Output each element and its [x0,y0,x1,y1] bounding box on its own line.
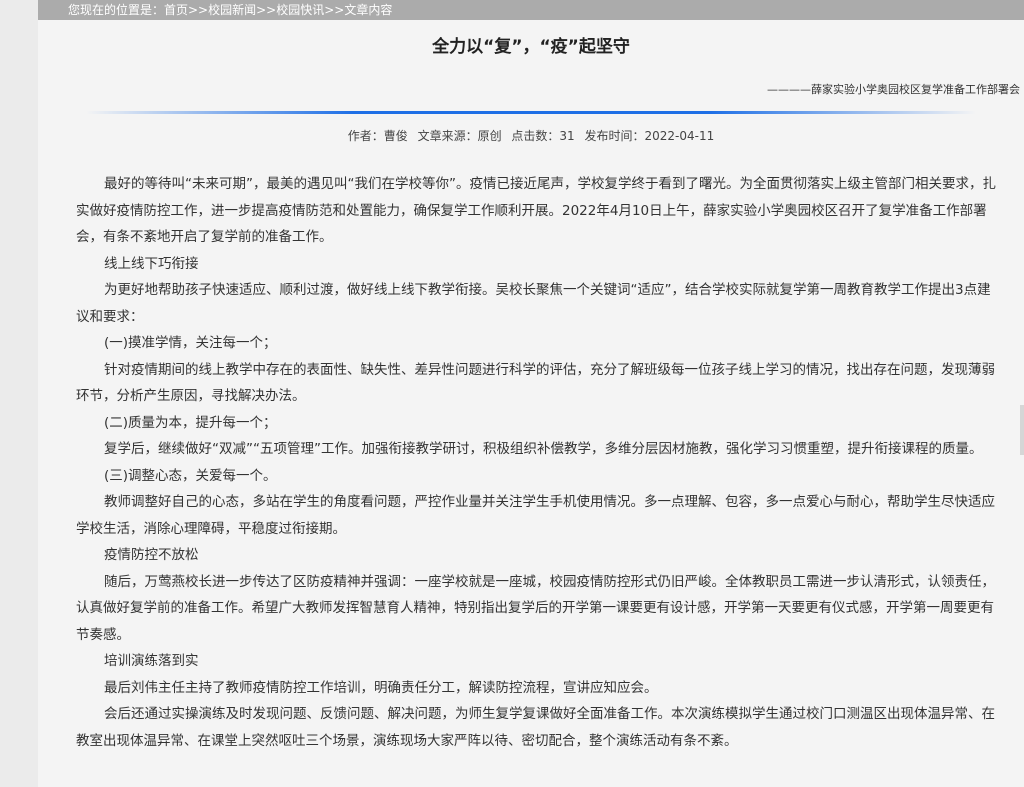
sub-heading: (一)摸准学情，关注每一个； [104,335,277,351]
meta-author: 作者：曹俊 [347,129,408,143]
sub-heading: (二)质量为本，提升每一个； [104,414,277,431]
meta-clicks: 点击数：31 [511,129,575,143]
paragraph: 最后刘伟主任主持了教师疫情防控工作培训，明确责任分工，解读防控流程，宣讲应知应会… [104,679,658,696]
article-page: 您现在的位置是：首页>>校园新闻>>校园快讯>>文章内容 全力以“复”，“疫”起… [38,0,1024,787]
scrollbar-thumb[interactable] [1020,405,1024,455]
paragraph: 复学后，继续做好“双减”“五项管理”工作。加强衔接教学研讨，积极组织补偿教学，多… [104,441,983,457]
section-heading: 线上线下巧衔接 [104,255,199,272]
paragraph: 随后，万莺燕校长进一步传达了区防疫精神并强调：一座学校就是一座城，校园疫情防控形… [76,573,995,643]
paragraph: 会后还通过实操演练及时发现问题、反馈问题、解决问题，为师生复学复课做好全面准备工… [76,706,995,749]
section-heading: 培训演练落到实 [104,653,199,669]
section-heading: 疫情防控不放松 [104,547,199,563]
article-byline: ————薛家实验小学奥园校区复学准备工作部署会 [767,83,1020,96]
article-meta: 作者：曹俊 文章来源：原创 点击数：31 发布时间：2022-04-11 [38,127,1024,144]
sub-heading: (三)调整心态，关爱每一个。 [104,467,277,484]
article-title: 全力以“复”，“疫”起坚守 [432,37,630,57]
paragraph: 为更好地帮助孩子快速适应、顺利过渡，做好线上线下教学衔接。吴校长聚焦一个关键词“… [76,282,991,325]
title-divider [86,111,976,114]
meta-date: 发布时间：2022-04-11 [584,129,715,143]
paragraph: 教师调整好自己的心态，多站在学生的角度看问题，严控作业量并关注学生手机使用情况。… [76,494,995,537]
paragraph: 最好的等待叫“未来可期”，最美的遇见叫“我们在学校等你”。疫情已接近尾声，学校复… [76,176,996,245]
breadcrumb: 您现在的位置是：首页>>校园新闻>>校园快讯>>文章内容 [38,0,1024,20]
meta-source: 文章来源：原创 [417,129,502,143]
article-body: 最好的等待叫“未来可期”，最美的遇见叫“我们在学校等你”。疫情已接近尾声，学校复… [76,171,996,754]
paragraph: 针对疫情期间的线上教学中存在的表面性、缺失性、差异性问题进行科学的评估，充分了解… [76,361,995,405]
